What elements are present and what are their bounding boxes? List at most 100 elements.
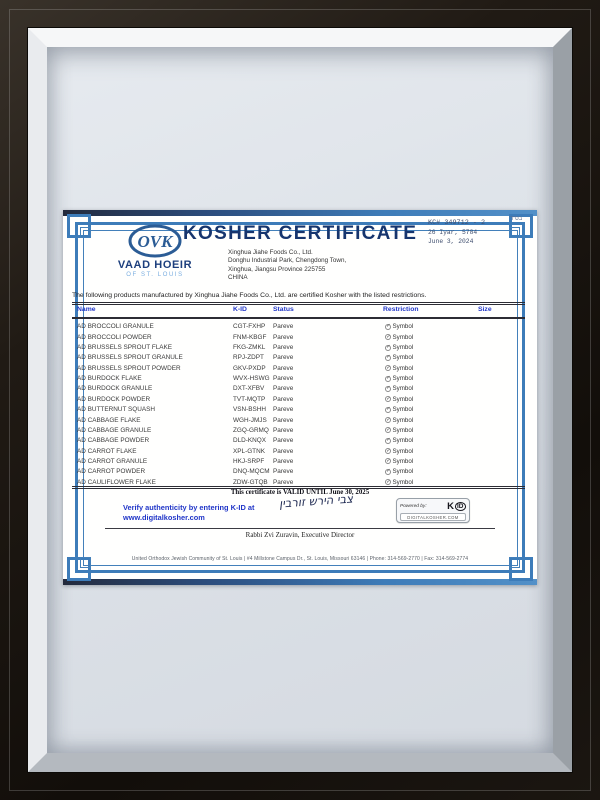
product-restriction: ✓Symbol [385,417,413,424]
border-corner-square-small [80,227,91,238]
check-circle-icon: ✓ [385,448,391,454]
intro-statement: The following products manufactured by X… [72,292,529,299]
check-circle-icon: ✓ [385,376,391,382]
company-name: Xinghua Jiahe Foods Co., Ltd. [228,249,346,257]
product-kid: GKV-PXDP [233,365,266,372]
verify-authenticity-block: Verify authenticity by entering K-ID at … [123,503,254,522]
divider-rule [72,317,525,319]
product-kid: WVX-HSWG [233,375,270,382]
table-row: AD CARROT FLAKE XPL-GTNK Pareve ✓Symbol [73,446,525,456]
product-name: AD CARROT POWDER [77,468,145,475]
signature-line [105,528,495,529]
product-name: AD BURDOCK POWDER [77,396,150,403]
header-restriction: Restriction [383,306,419,313]
product-name: AD BRUSSELS SPROUT POWDER [77,365,181,372]
table-row: AD CARROT POWDER DNQ-MQCM Pareve ✓Symbol [73,467,525,477]
ovk-oval-icon: OVK [128,224,182,258]
product-status: Pareve [273,417,293,424]
mat-board: בס"ד OVK VAAD HOEIR OF ST. LOUIS KOSHER … [47,47,553,753]
table-row: AD BROCCOLI GRANULE CGT-FXHP Pareve ✓Sym… [73,322,525,332]
company-country: CHINA [228,274,346,282]
certificate-title: KOSHER CERTIFICATE [183,223,417,245]
table-row: AD BURDOCK POWDER TVT-MQTP Pareve ✓Symbo… [73,395,525,405]
product-status: Pareve [273,365,293,372]
kosher-certificate-document: בס"ד OVK VAAD HOEIR OF ST. LOUIS KOSHER … [63,210,537,585]
table-row: AD CABBAGE GRANULE ZGQ-GRMQ Pareve ✓Symb… [73,426,525,436]
header-size: Size [478,306,492,313]
product-name: AD BURDOCK FLAKE [77,375,142,382]
product-name: AD BROCCOLI GRANULE [77,323,154,330]
product-name: AD BUTTERNUT SQUASH [77,406,155,413]
product-name: AD BRUSSELS SPROUT GRANULE [77,354,183,361]
restriction-label: Symbol [393,458,414,465]
product-name: AD CARROT GRANULE [77,458,147,465]
check-circle-icon: ✓ [385,469,391,475]
product-kid: WGH-JMJS [233,417,267,424]
table-row: AD BRUSSELS SPROUT POWDER GKV-PXDP Parev… [73,363,525,373]
table-rows: AD BROCCOLI GRANULE CGT-FXHP Pareve ✓Sym… [73,322,525,488]
issue-date: June 3, 2024 [428,237,528,246]
kid-logo-icon: KID [447,501,466,512]
restriction-label: Symbol [393,323,414,330]
product-restriction: ✓Symbol [385,354,413,361]
header-kid: K-ID [233,306,247,313]
table-row: AD BUTTERNUT SQUASH VSN-BSHH Pareve ✓Sym… [73,405,525,415]
product-name: AD CABBAGE GRANULE [77,427,151,434]
product-status: Pareve [273,375,293,382]
hebrew-date: 26 Iyar, 5784 [428,228,528,237]
product-status: Pareve [273,458,293,465]
product-name: AD BURDOCK GRANULE [77,385,152,392]
table-row: AD BROCCOLI POWDER FNM-KBGF Pareve ✓Symb… [73,332,525,342]
product-restriction: ✓Symbol [385,437,413,444]
svg-text:OVK: OVK [138,232,175,251]
product-status: Pareve [273,396,293,403]
organization-footer: United Orthodox Jewish Community of St. … [63,556,537,562]
product-restriction: ✓Symbol [385,344,413,351]
top-gradient-band [63,210,537,216]
check-circle-icon: ✓ [385,355,391,361]
check-circle-icon: ✓ [385,458,391,464]
product-restriction: ✓Symbol [385,323,413,330]
header-status: Status [273,306,294,313]
product-kid: ZDW-GTQB [233,479,268,486]
framed-certificate-photo: בס"ד OVK VAAD HOEIR OF ST. LOUIS KOSHER … [0,0,600,800]
table-row: AD CARROT GRANULE HKJ-SRPF Pareve ✓Symbo… [73,457,525,467]
table-row: AD BRUSSELS SPROUT FLAKE FKG-ZMKL Pareve… [73,343,525,353]
check-circle-icon: ✓ [385,427,391,433]
table-row: AD BRUSSELS SPROUT GRANULE RPJ-ZDPT Pare… [73,353,525,363]
table-row: AD CABBAGE POWDER DLD-KNQX Pareve ✓Symbo… [73,436,525,446]
header-name: Name [77,306,96,313]
restriction-label: Symbol [393,468,414,475]
table-row: AD CAULIFLOWER FLAKE ZDW-GTQB Pareve ✓Sy… [73,477,525,487]
check-circle-icon: ✓ [385,324,391,330]
product-kid: VSN-BSHH [233,406,266,413]
table-row: AD BURDOCK GRANULE DXT-XFBV Pareve ✓Symb… [73,384,525,394]
digitalkosher-site-label: DIGITALKOSHER.COM [400,513,466,521]
product-kid: HKJ-SRPF [233,458,264,465]
check-circle-icon: ✓ [385,386,391,392]
check-circle-icon: ✓ [385,479,391,485]
kid-powered-badge: Powered by: KID DIGITALKOSHER.COM [396,498,470,523]
restriction-label: Symbol [393,375,414,382]
restriction-label: Symbol [393,427,414,434]
product-kid: CGT-FXHP [233,323,265,330]
product-kid: RPJ-ZDPT [233,354,264,361]
product-kid: FNM-KBGF [233,334,266,341]
certificate-meta: KC# 349712 - 2 26 Iyar, 5784 June 3, 202… [428,219,528,246]
product-restriction: ✓Symbol [385,365,413,372]
org-name: VAAD HOEIR [113,259,197,271]
table-row: AD BURDOCK FLAKE WVX-HSWG Pareve ✓Symbol [73,374,525,384]
product-name: AD CABBAGE POWDER [77,437,149,444]
restriction-label: Symbol [393,406,414,413]
table-row: AD CABBAGE FLAKE WGH-JMJS Pareve ✓Symbol [73,415,525,425]
check-circle-icon: ✓ [385,438,391,444]
check-circle-icon: ✓ [385,365,391,371]
product-restriction: ✓Symbol [385,375,413,382]
product-kid: XPL-GTNK [233,448,265,455]
restriction-label: Symbol [393,396,414,403]
product-restriction: ✓Symbol [385,468,413,475]
product-kid: ZGQ-GRMQ [233,427,269,434]
company-address-1: Donghu Industrial Park, Chengdong Town, [228,257,346,265]
product-restriction: ✓Symbol [385,396,413,403]
product-restriction: ✓Symbol [385,427,413,434]
